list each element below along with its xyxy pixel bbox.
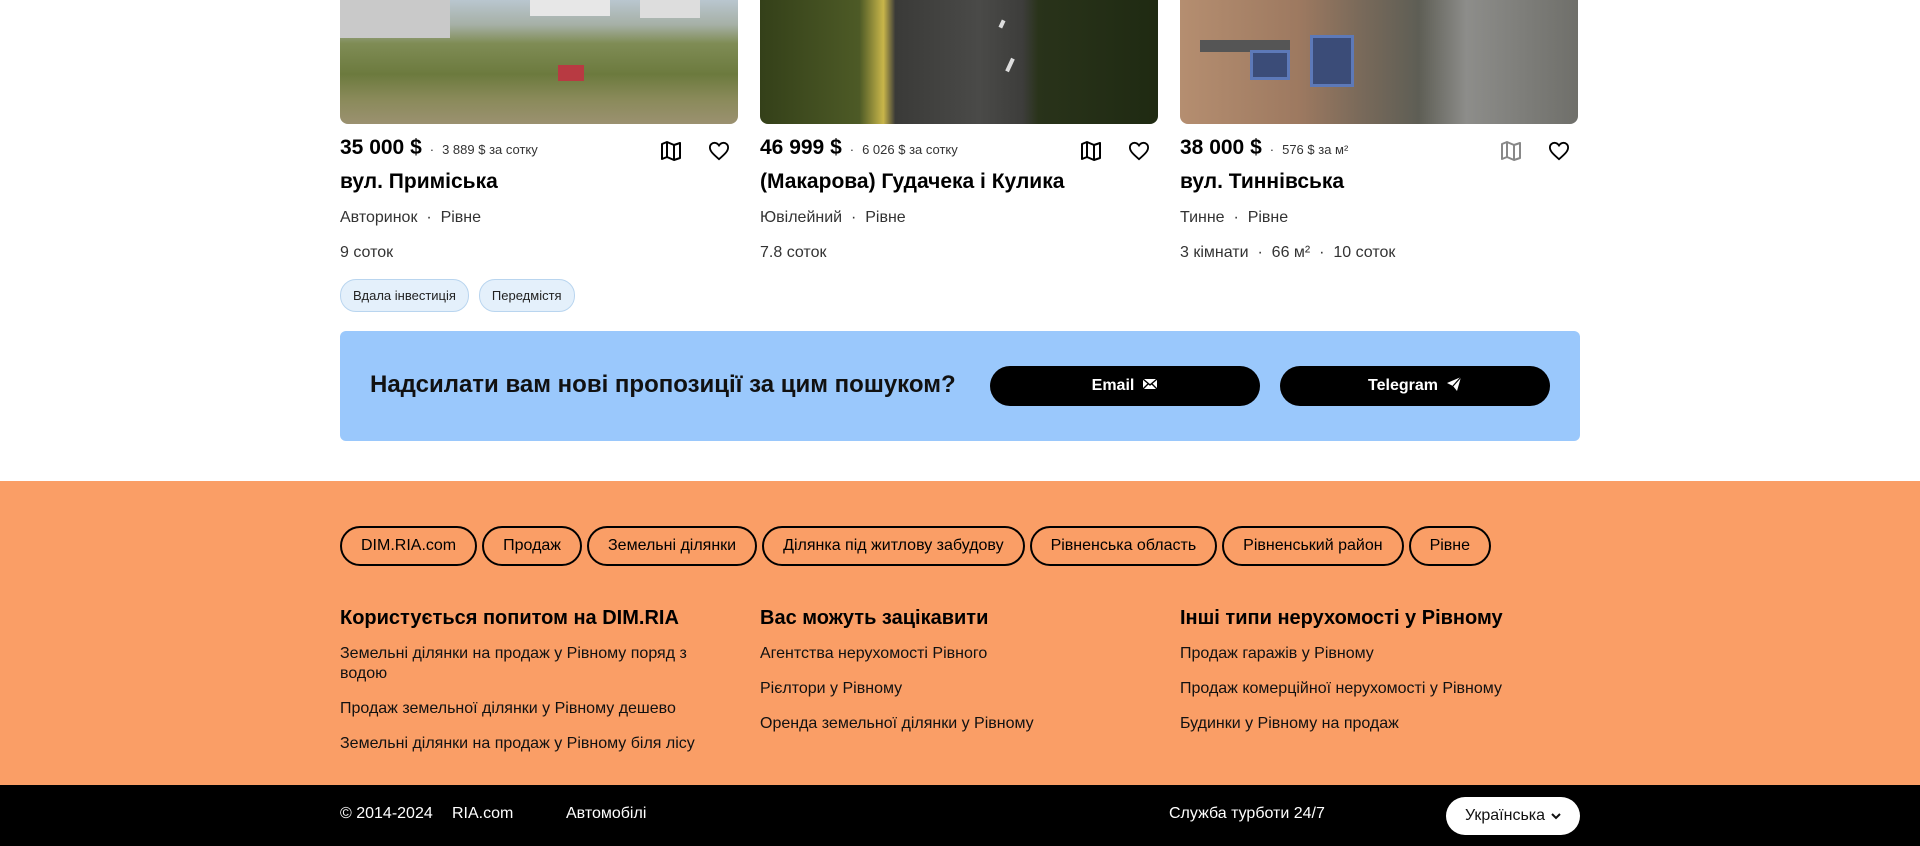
city[interactable]: Рівне	[1248, 209, 1288, 226]
footer-link[interactable]: Продаж комерційної нерухомості у Рівному	[1180, 679, 1580, 699]
telegram-button-label: Telegram	[1368, 377, 1438, 394]
breadcrumb-item[interactable]: Земельні ділянки	[587, 526, 758, 566]
language-select[interactable]: Українська	[1446, 797, 1580, 835]
subscribe-question: Надсилати вам нові пропозиції за цим пош…	[370, 371, 956, 398]
listing-location: Ювілейний · Рівне	[760, 209, 906, 227]
footer-link[interactable]: Земельні ділянки на продаж у Рівному пор…	[340, 644, 720, 684]
separator-dot: ·	[849, 142, 855, 157]
ria-link[interactable]: RIA.com	[452, 805, 513, 823]
separator-dot: ·	[846, 209, 861, 226]
breadcrumb-item[interactable]: Рівне	[1408, 526, 1492, 566]
listing-meta: 7.8 соток	[760, 244, 826, 262]
map-icon[interactable]	[658, 138, 684, 164]
breadcrumb-item[interactable]: DIM.RIA.com	[340, 526, 478, 566]
area: 7.8 соток	[760, 244, 827, 261]
breadcrumb: DIM.RIA.com Продаж Земельні ділянки Діля…	[340, 526, 1492, 566]
footer-links-section: DIM.RIA.com Продаж Земельні ділянки Діля…	[0, 481, 1920, 785]
separator-dot: ·	[421, 209, 437, 226]
footer-link[interactable]: Агентства нерухомості Рівного	[760, 644, 1140, 664]
unit-price: 6 026 $ за сотку	[862, 142, 958, 157]
footer-column-interest: Вас можуть зацікавити Агентства нерухомо…	[760, 607, 1140, 749]
map-icon[interactable]	[1078, 138, 1104, 164]
listing-meta: 3 кімнати · 66 м² · 10 соток	[1180, 244, 1395, 262]
separator-dot: ·	[429, 142, 435, 157]
email-subscribe-button[interactable]: Email	[990, 366, 1260, 406]
listing-meta: 9 соток	[340, 244, 393, 262]
district[interactable]: Тинне	[1180, 209, 1225, 226]
listing-location: Авторинок · Рівне	[340, 209, 481, 227]
price-row: 35 000 $ · 3 889 $ за сотку	[340, 136, 738, 164]
footer-column-title: Користується попитом на DIM.RIA	[340, 607, 679, 629]
area: 9 соток	[340, 244, 394, 261]
footer-column-popular: Користується попитом на DIM.RIA Земельні…	[340, 607, 720, 769]
breadcrumb-item[interactable]: Рівненська область	[1029, 526, 1218, 566]
price: 35 000 $	[340, 136, 422, 159]
paper-plane-icon	[1446, 376, 1462, 397]
tag-list: Вдала інвестиція Передмістя	[340, 279, 575, 312]
listing-photo[interactable]	[1180, 0, 1578, 124]
breadcrumb-item[interactable]: Рівненський район	[1222, 526, 1404, 566]
listing-photo[interactable]	[340, 0, 738, 124]
auto-link[interactable]: Автомобілі	[566, 805, 646, 823]
envelope-icon	[1142, 377, 1158, 396]
telegram-subscribe-button[interactable]: Telegram	[1280, 366, 1550, 406]
copyright: © 2014-2024	[340, 805, 433, 822]
separator-dot: ·	[1314, 244, 1329, 261]
listing-card[interactable]: 38 000 $ · 576 $ за м² вул. Тиннівська Т…	[1180, 0, 1578, 261]
footer-link[interactable]: Земельні ділянки на продаж у Рівному біл…	[340, 734, 720, 754]
listing-address[interactable]: вул. Приміська	[340, 170, 498, 194]
support-link[interactable]: Служба турботи 24/7	[1169, 805, 1325, 823]
bottom-bar: © 2014-2024 RIA.com Автомобілі Служба ту…	[0, 785, 1920, 846]
footer-link[interactable]: Продаж гаражів у Рівному	[1180, 644, 1580, 664]
breadcrumb-item[interactable]: Продаж	[482, 526, 583, 566]
district[interactable]: Авторинок	[340, 209, 417, 226]
listing-photo[interactable]	[760, 0, 1158, 124]
listing-card[interactable]: 35 000 $ · 3 889 $ за сотку вул. Примісь…	[340, 0, 738, 312]
rooms: 3 кімнати	[1180, 244, 1249, 261]
footer-link[interactable]: Будинки у Рівному на продаж	[1180, 714, 1580, 734]
separator-dot: ·	[1229, 209, 1244, 226]
city[interactable]: Рівне	[441, 209, 481, 226]
separator-dot: ·	[1253, 244, 1268, 261]
footer-column-title: Вас можуть зацікавити	[760, 607, 989, 629]
price-row: 38 000 $ · 576 $ за м²	[1180, 136, 1578, 164]
price: 38 000 $	[1180, 136, 1262, 159]
subscribe-banner: Надсилати вам нові пропозиції за цим пош…	[340, 331, 1580, 441]
footer-column-other-types: Інші типи нерухомості у Рівному Продаж г…	[1180, 607, 1580, 749]
email-button-label: Email	[1091, 377, 1135, 394]
unit-price: 576 $ за м²	[1282, 142, 1349, 157]
language-label: Українська	[1464, 807, 1546, 824]
district[interactable]: Ювілейний	[760, 209, 842, 226]
plot-area: 10 соток	[1333, 244, 1396, 261]
separator-dot: ·	[1269, 142, 1275, 157]
unit-price: 3 889 $ за сотку	[442, 142, 538, 157]
tag[interactable]: Передмістя	[478, 279, 575, 312]
price: 46 999 $	[760, 136, 842, 159]
city[interactable]: Рівне	[865, 209, 905, 226]
footer-link[interactable]: Рієлтори у Рівному	[760, 679, 1140, 699]
listing-address[interactable]: вул. Тиннівська	[1180, 170, 1344, 194]
map-icon[interactable]	[1498, 138, 1524, 164]
listing-location: Тинне · Рівне	[1180, 209, 1288, 227]
listing-address[interactable]: (Макарова) Гудачека і Кулика	[760, 170, 1064, 194]
chevron-down-icon	[1551, 807, 1561, 825]
floor-area: 66 м²	[1271, 244, 1311, 261]
heart-icon[interactable]	[1126, 138, 1152, 164]
listing-card[interactable]: 46 999 $ · 6 026 $ за сотку (Макарова) Г…	[760, 0, 1158, 261]
footer-column-title: Інші типи нерухомості у Рівному	[1180, 607, 1503, 629]
footer-link[interactable]: Оренда земельної ділянки у Рівному	[760, 714, 1140, 734]
footer-link[interactable]: Продаж земельної ділянки у Рівному дешев…	[340, 699, 720, 719]
listing-cards: 35 000 $ · 3 889 $ за сотку вул. Примісь…	[340, 0, 1580, 312]
heart-icon[interactable]	[706, 138, 732, 164]
breadcrumb-item[interactable]: Ділянка під житлову забудову	[762, 526, 1025, 566]
heart-icon[interactable]	[1546, 138, 1572, 164]
tag[interactable]: Вдала інвестиція	[340, 279, 469, 312]
price-row: 46 999 $ · 6 026 $ за сотку	[760, 136, 1158, 164]
